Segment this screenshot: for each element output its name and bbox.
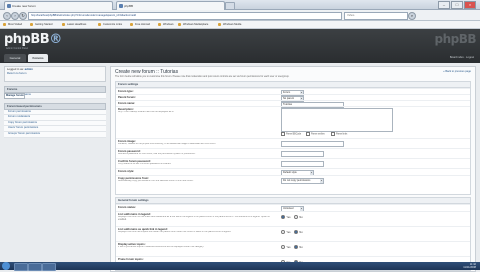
minimize-button[interactable]: –: [438, 1, 450, 9]
sidebar-section-title: Forums: [4, 86, 106, 93]
browser-navbar: ‹ › ↻ http://localhost/phpBB3/adm/index.…: [0, 10, 480, 21]
bookmark-icon: [62, 23, 65, 26]
forum-image-input[interactable]: [281, 141, 344, 147]
sidebar: Logged in as: admin Return to forum Foru…: [4, 66, 106, 256]
form-row: Forum style: Default style ▾: [116, 168, 470, 176]
bookmark-item[interactable]: Windows: [158, 22, 174, 27]
description-textarea[interactable]: [281, 108, 393, 132]
confirm-password-input[interactable]: [281, 161, 324, 167]
form-row: List subforums in legend: Displays this …: [116, 211, 470, 226]
favicon-icon: [119, 4, 123, 8]
form-row: Description: Any HTML markup entered her…: [116, 106, 470, 138]
bookmark-item[interactable]: Windows Media: [218, 22, 241, 27]
forum-password-input[interactable]: [281, 151, 324, 157]
tab-label: Create new forum: [12, 4, 36, 8]
no-radio[interactable]: No: [294, 245, 303, 250]
header-links[interactable]: Board index · Logout: [450, 56, 474, 59]
copy-permissions-select[interactable]: Do not copy permissions ▾: [281, 178, 324, 184]
bookmark-item[interactable]: Customize Links: [98, 22, 122, 27]
user-box: Logged in as: admin Return to forum: [4, 66, 106, 82]
parse-links-checkbox[interactable]: Parse links: [331, 132, 347, 136]
browser-tab[interactable]: Create new forum: [4, 1, 113, 10]
favicon-icon: [7, 4, 11, 8]
browser-titlebar: Create new forum phpBB – □ ×: [0, 0, 480, 10]
bookmark-item[interactable]: Free Hotmail: [130, 22, 150, 27]
page-description: The form below will allow you to customi…: [115, 75, 290, 78]
form-row: Copy permissions from: Automatically cop…: [116, 175, 470, 194]
parse-bbcode-checkbox[interactable]: Parse BBCode: [281, 132, 301, 136]
general-forum-settings-panel: General forum settings Forum status: Unl…: [115, 197, 471, 271]
parse-smilies-checkbox[interactable]: Parse smilies: [306, 132, 325, 136]
return-link[interactable]: Return to forum: [7, 71, 103, 76]
tab-forums[interactable]: Forums: [28, 54, 48, 62]
bookmark-icon: [178, 23, 181, 26]
sidebar-item-manage-forums[interactable]: Manage forums: [4, 93, 26, 99]
sidebar-section-title: Forum based permissions: [4, 102, 106, 110]
forum-settings-panel: Forum settings Forum type: Forum ▾ Parent…: [115, 81, 471, 195]
bookmark-icon: [130, 23, 133, 26]
logo[interactable]: phpBB®: [4, 32, 62, 47]
system-clock[interactable]: 11:42 11/21/2008: [463, 263, 476, 269]
back-link[interactable]: « Back to previous page: [443, 70, 471, 73]
address-bar[interactable]: http://localhost/phpBB3/adm/index.php?i=…: [28, 12, 342, 20]
bookmark-item[interactable]: Most Visited: [3, 22, 22, 27]
search-icon[interactable]: ⌕: [408, 12, 416, 20]
search-input[interactable]: Yahoo: [344, 12, 408, 20]
tab-general[interactable]: General: [4, 54, 26, 62]
brand-mark: phpBB: [434, 32, 476, 46]
no-radio[interactable]: No: [294, 230, 303, 235]
sidebar-item[interactable]: Groups' forum permissions: [4, 131, 106, 138]
new-tab-button[interactable]: [225, 2, 235, 10]
bookmark-icon: [3, 23, 6, 26]
yes-radio[interactable]: Yes: [281, 215, 290, 220]
bookmark-item[interactable]: Getting Started: [30, 22, 52, 27]
no-radio[interactable]: No: [294, 215, 303, 220]
yes-radio[interactable]: Yes: [281, 245, 290, 250]
bookmark-item[interactable]: Windows Marketplace: [178, 22, 208, 27]
bookmark-icon: [30, 23, 33, 26]
yes-radio[interactable]: Yes: [281, 230, 290, 235]
os-taskbar: 11:42 11/21/2008: [0, 262, 480, 271]
back-arrow-icon[interactable]: ‹: [3, 12, 11, 20]
bookmarks-bar: Most Visited Getting Started Latest Head…: [0, 21, 480, 29]
start-icon[interactable]: [2, 262, 10, 270]
form-row: Forum status: Unlocked ▾: [116, 204, 470, 212]
acp-header: phpBB® Admin Control Panel phpBB Board i…: [0, 29, 480, 63]
bookmark-icon: [98, 23, 101, 26]
main-content: Create new forum :: Tutorias « Back to p…: [110, 66, 476, 272]
bookmark-icon: [158, 23, 161, 26]
bookmark-item[interactable]: Latest Headlines: [62, 22, 86, 27]
form-row: Display active topics: If set to yes act…: [116, 241, 470, 256]
form-row: Forum image: Location, relative to the p…: [116, 138, 470, 148]
form-row: List subforums as quick link in legend: …: [116, 226, 470, 241]
tab-label: phpBB: [124, 4, 134, 8]
form-row: Confirm forum password: Only needs to be…: [116, 158, 470, 168]
maximize-button[interactable]: □: [451, 1, 463, 9]
browser-tab[interactable]: phpBB: [116, 1, 225, 10]
close-button[interactable]: ×: [464, 1, 476, 9]
form-row: Forum password: Defines a password for t…: [116, 148, 470, 158]
bookmark-icon: [218, 23, 221, 26]
logo-subtitle: Admin Control Panel: [6, 47, 28, 50]
reload-icon[interactable]: ↻: [19, 12, 27, 20]
forward-arrow-icon[interactable]: ›: [11, 12, 19, 20]
